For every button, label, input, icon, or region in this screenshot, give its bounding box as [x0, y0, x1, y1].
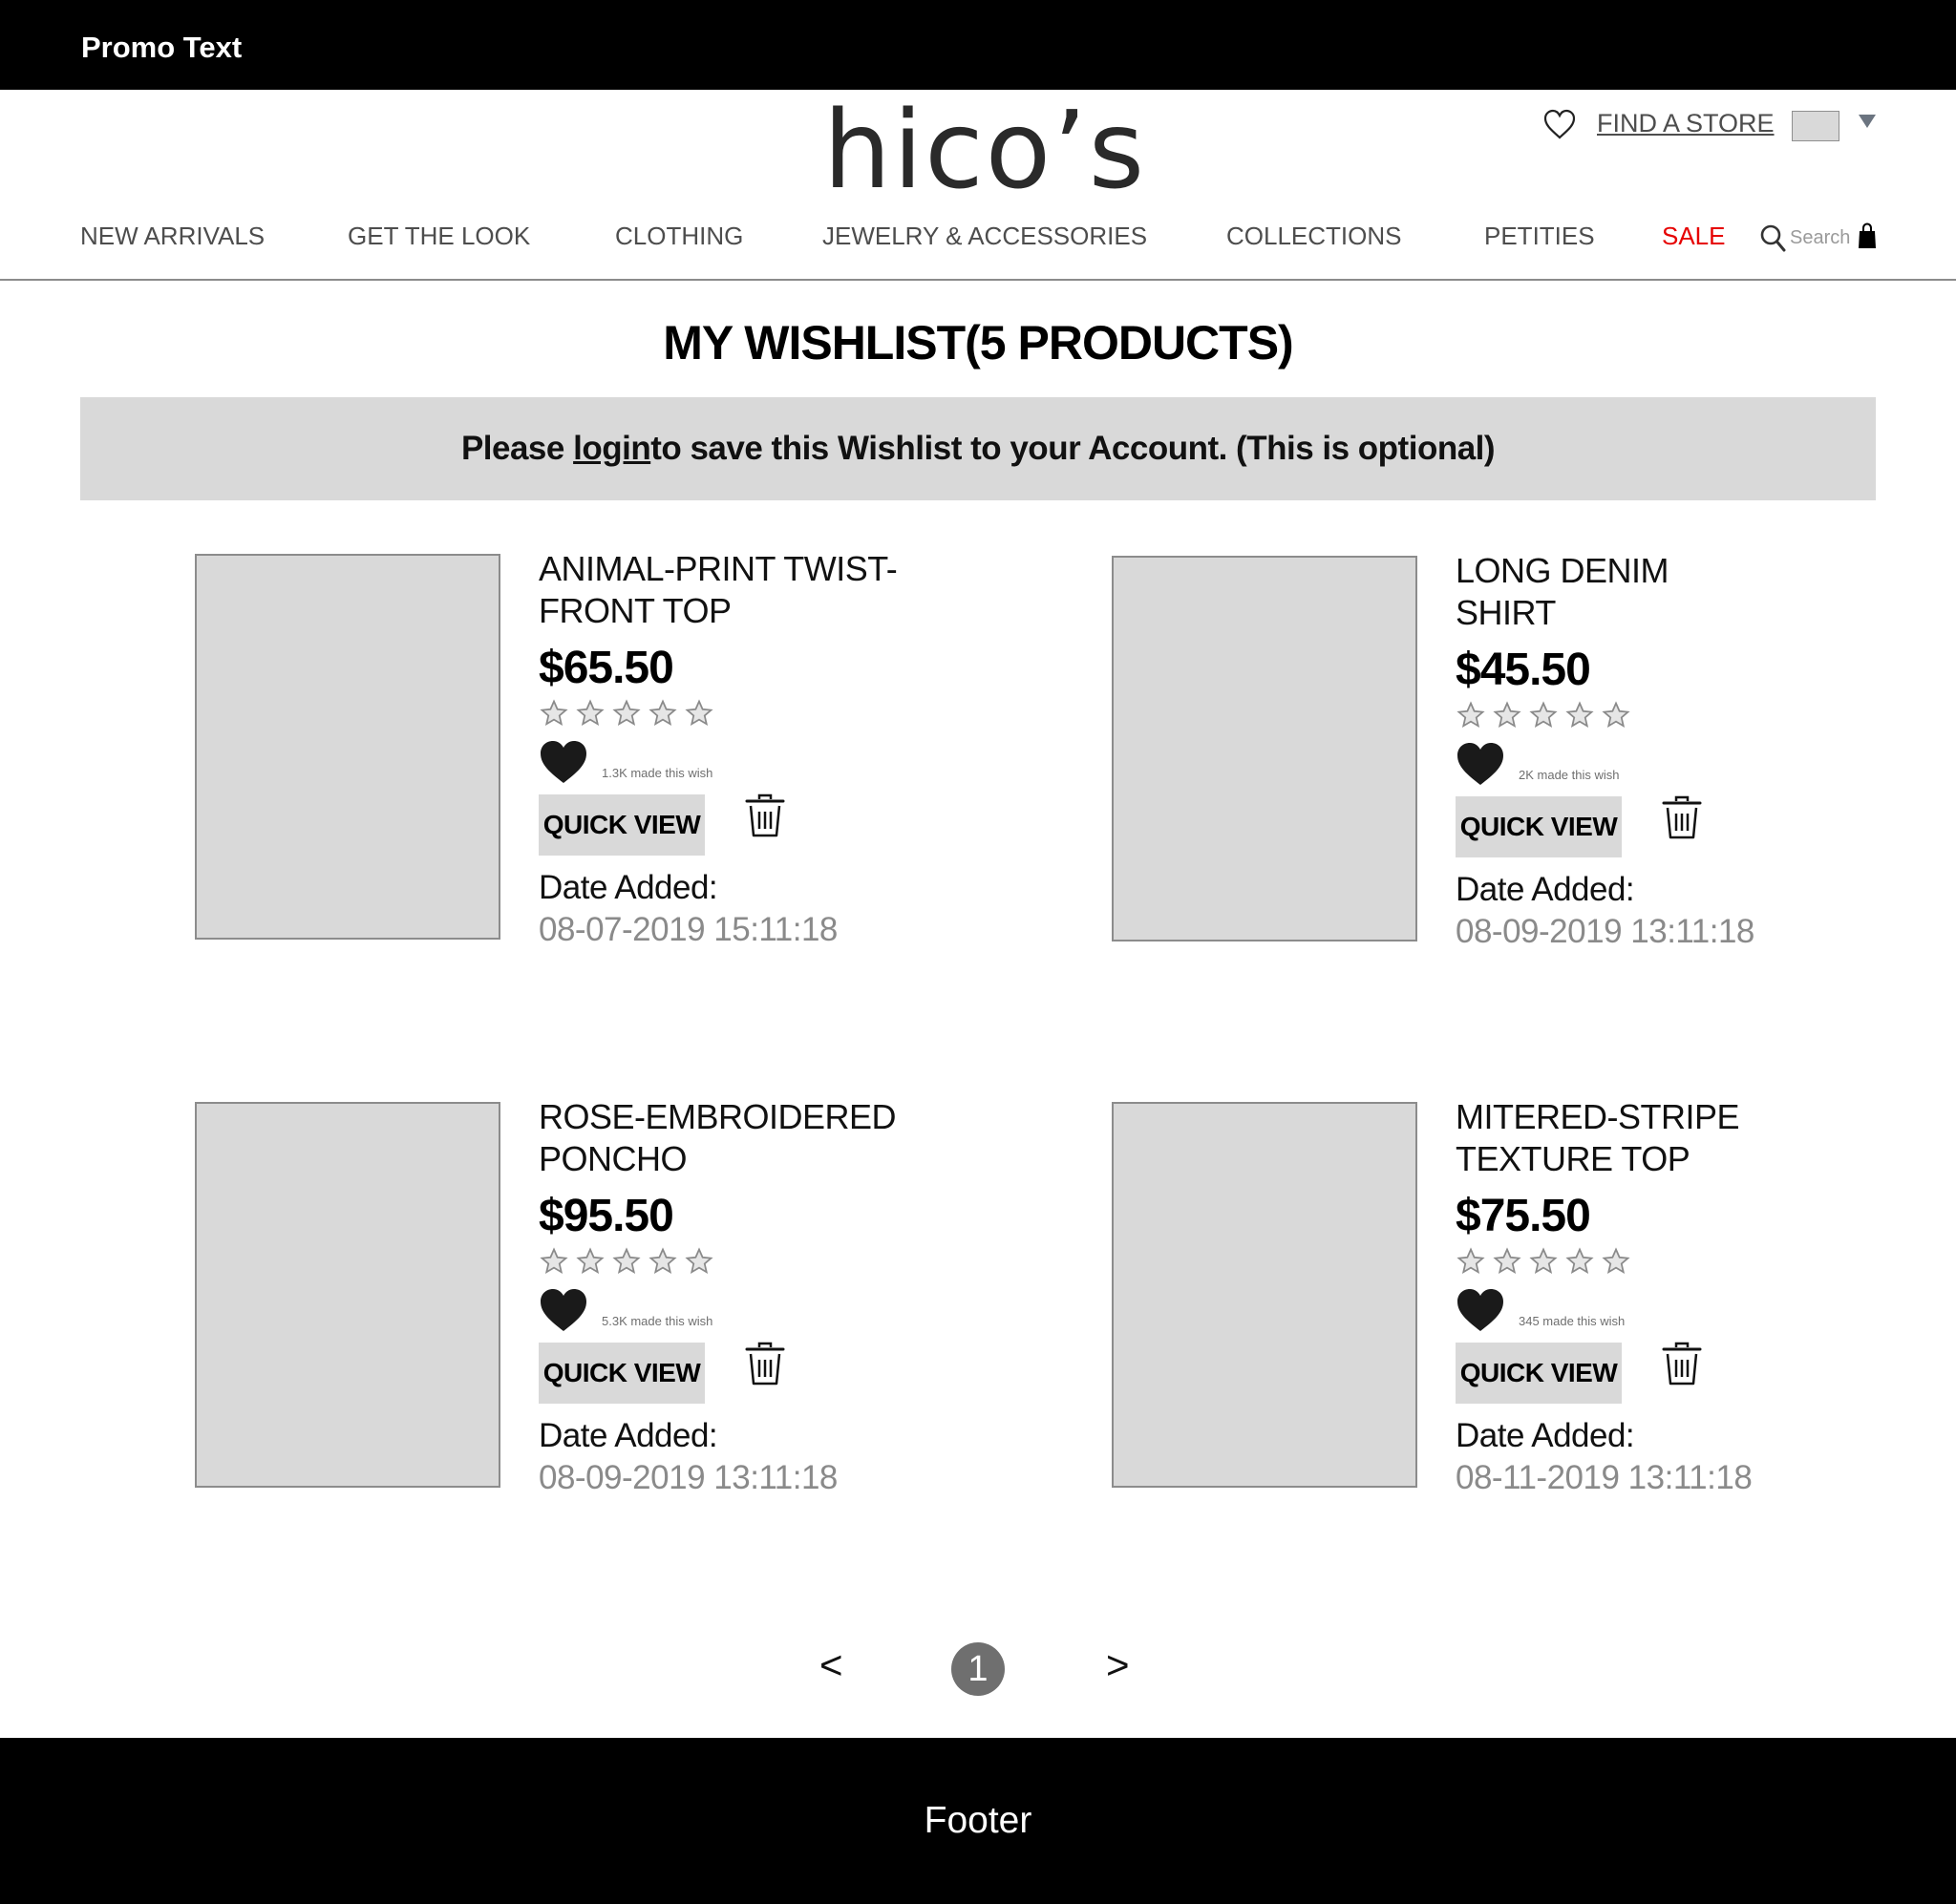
current-page-button[interactable]: 1 — [951, 1642, 1005, 1696]
search-icon[interactable] — [1759, 223, 1786, 252]
star-icon[interactable] — [1528, 1247, 1559, 1276]
product-name[interactable]: ANIMAL-PRINT TWIST-FRONT TOP — [539, 548, 940, 632]
country-flag[interactable] — [1792, 111, 1839, 141]
wishlist-heart-icon[interactable] — [1543, 109, 1576, 141]
star-icon[interactable] — [1564, 1247, 1595, 1276]
product-price: $45.50 — [1456, 645, 1591, 695]
find-a-store-link[interactable]: FIND A STORE — [1597, 109, 1775, 138]
product-image[interactable] — [195, 1102, 500, 1488]
star-icon[interactable] — [539, 699, 569, 728]
nav-jewelry-accessories[interactable]: JEWELRY & ACCESSORIES — [822, 222, 1147, 251]
star-icon[interactable] — [611, 699, 642, 728]
page-title: MY WISHLIST(5 PRODUCTS) — [663, 316, 1293, 370]
date-added-value: 08-07-2019 15:11:18 — [539, 911, 838, 948]
nav-sale[interactable]: SALE — [1662, 222, 1726, 251]
nav-get-the-look[interactable]: GET THE LOOK — [348, 222, 530, 251]
heart-icon[interactable] — [1456, 1287, 1505, 1333]
nav-collections[interactable]: COLLECTIONS — [1226, 222, 1402, 251]
star-icon[interactable] — [1564, 701, 1595, 730]
star-icon[interactable] — [1492, 1247, 1522, 1276]
product-name[interactable]: LONG DENIM SHIRT — [1456, 550, 1685, 634]
heart-icon[interactable] — [1456, 741, 1505, 787]
wish-count: 1.3K made this wish — [602, 766, 713, 780]
wishlist-product-card: MITERED-STRIPE TEXTURE TOP $75.50 345 ma… — [1112, 1097, 1838, 1503]
rating-stars — [1456, 701, 1631, 730]
product-image[interactable] — [1112, 556, 1417, 941]
date-added-label: Date Added: — [539, 869, 718, 906]
date-added-value: 08-11-2019 13:11:18 — [1456, 1459, 1753, 1496]
date-added-value: 08-09-2019 13:11:18 — [1456, 913, 1754, 950]
wishlist-product-card: LONG DENIM SHIRT $45.50 2K made this wis… — [1112, 551, 1838, 957]
chevron-down-icon[interactable] — [1859, 115, 1876, 128]
heart-icon[interactable] — [539, 1287, 588, 1333]
trash-icon[interactable] — [744, 793, 786, 838]
promo-bar: Promo Text — [0, 0, 1956, 90]
star-icon[interactable] — [1601, 1247, 1631, 1276]
product-image[interactable] — [1112, 1102, 1417, 1488]
star-icon[interactable] — [1456, 1247, 1486, 1276]
next-page-button[interactable]: > — [1106, 1642, 1130, 1688]
rating-stars — [539, 699, 714, 728]
star-icon[interactable] — [1601, 701, 1631, 730]
nav-petities[interactable]: PETITIES — [1484, 222, 1595, 251]
rating-stars — [539, 1247, 714, 1276]
date-added-label: Date Added: — [539, 1417, 718, 1454]
trash-icon[interactable] — [744, 1341, 786, 1386]
brand-logo[interactable]: hico’s — [823, 97, 1146, 204]
star-icon[interactable] — [684, 1247, 714, 1276]
login-link[interactable]: login — [573, 430, 651, 468]
login-notice: Please login to save this Wishlist to yo… — [80, 397, 1876, 500]
product-price: $75.50 — [1456, 1191, 1591, 1241]
site-header: hico’s FIND A STORE NEW ARRIVALS GET THE… — [0, 90, 1956, 281]
previous-page-button[interactable]: < — [819, 1642, 843, 1688]
search-input[interactable]: Search — [1790, 227, 1850, 249]
site-footer: Footer — [0, 1738, 1956, 1904]
star-icon[interactable] — [539, 1247, 569, 1276]
wishlist-product-card: ROSE-EMBROIDERED PONCHO $95.50 5.3K made… — [195, 1097, 921, 1503]
date-added-value: 08-09-2019 13:11:18 — [539, 1459, 838, 1496]
product-name[interactable]: MITERED-STRIPE TEXTURE TOP — [1456, 1096, 1799, 1180]
star-icon[interactable] — [1528, 701, 1559, 730]
product-name[interactable]: ROSE-EMBROIDERED PONCHO — [539, 1096, 921, 1180]
product-price: $95.50 — [539, 1191, 674, 1241]
nav-new-arrivals[interactable]: NEW ARRIVALS — [80, 222, 265, 251]
star-icon[interactable] — [575, 699, 606, 728]
star-icon[interactable] — [611, 1247, 642, 1276]
quick-view-button[interactable]: QUICK VIEW — [539, 794, 705, 856]
promo-text: Promo Text — [81, 31, 243, 64]
rating-stars — [1456, 1247, 1631, 1276]
star-icon[interactable] — [1492, 701, 1522, 730]
quick-view-button[interactable]: QUICK VIEW — [539, 1343, 705, 1404]
quick-view-button[interactable]: QUICK VIEW — [1456, 796, 1622, 857]
trash-icon[interactable] — [1661, 794, 1703, 840]
date-added-label: Date Added: — [1456, 1417, 1635, 1454]
wishlist-product-card: ANIMAL-PRINT TWIST-FRONT TOP $65.50 1.3K… — [195, 549, 921, 955]
star-icon[interactable] — [648, 699, 678, 728]
heart-icon[interactable] — [539, 739, 588, 785]
footer-text: Footer — [924, 1800, 1032, 1841]
shopping-bag-icon[interactable] — [1859, 222, 1876, 249]
product-price: $65.50 — [539, 643, 674, 693]
date-added-label: Date Added: — [1456, 871, 1635, 908]
star-icon[interactable] — [575, 1247, 606, 1276]
wish-count: 2K made this wish — [1519, 768, 1620, 782]
notice-text-after: to save this Wishlist to your Account. (… — [650, 430, 1496, 467]
wish-count: 5.3K made this wish — [602, 1314, 713, 1328]
notice-text-before: Please — [460, 430, 564, 467]
wish-count: 345 made this wish — [1519, 1314, 1626, 1328]
nav-clothing[interactable]: CLOTHING — [615, 222, 743, 251]
product-image[interactable] — [195, 554, 500, 940]
quick-view-button[interactable]: QUICK VIEW — [1456, 1343, 1622, 1404]
trash-icon[interactable] — [1661, 1341, 1703, 1386]
star-icon[interactable] — [648, 1247, 678, 1276]
star-icon[interactable] — [1456, 701, 1486, 730]
star-icon[interactable] — [684, 699, 714, 728]
